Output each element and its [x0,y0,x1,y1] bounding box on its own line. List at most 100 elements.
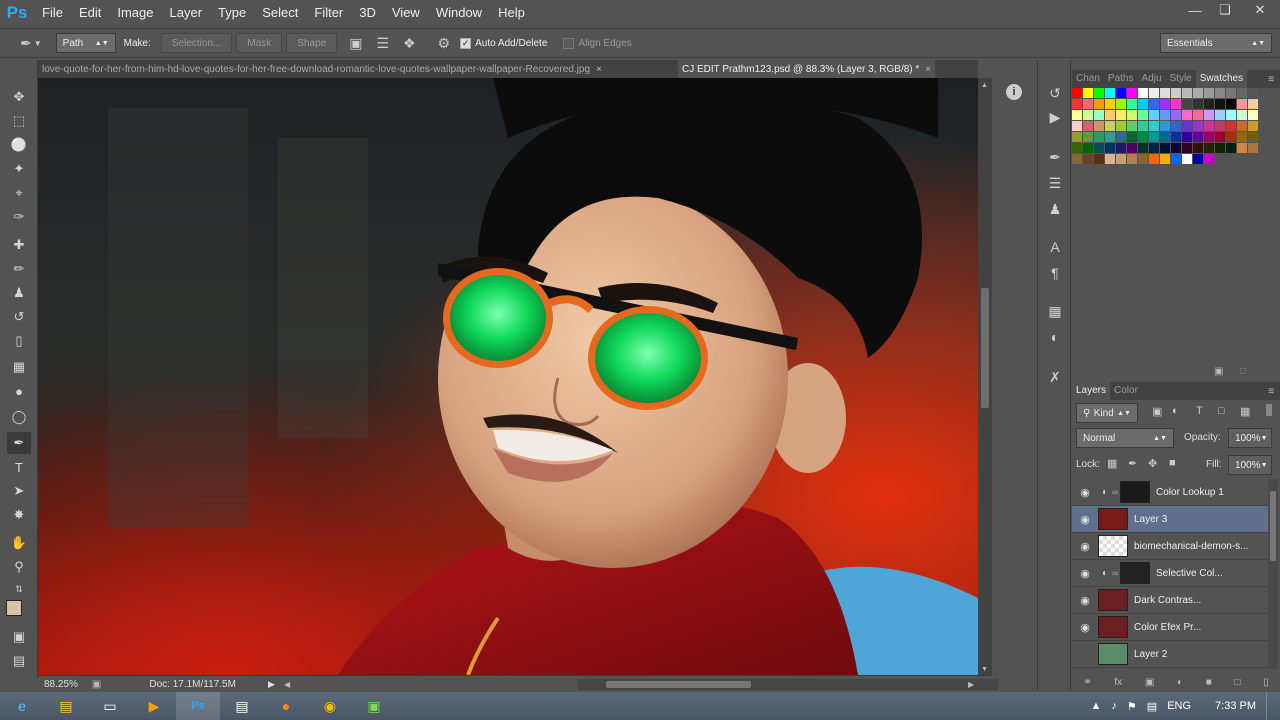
visibility-eye-icon[interactable]: ◉ [1072,621,1098,634]
color-swatch[interactable] [1094,121,1104,131]
color-swatch[interactable] [1149,88,1159,98]
tab-recovered-jpg[interactable]: love-quote-for-her-from-him-hd-love-quot… [38,60,678,78]
color-swatch[interactable] [1072,143,1082,153]
menu-edit[interactable]: Edit [71,0,109,26]
color-swatch[interactable] [1105,110,1115,120]
menu-file[interactable]: File [34,0,71,26]
hand-tool-icon[interactable]: ✋ [7,532,31,554]
color-swatch[interactable] [1116,99,1126,109]
color-swatch[interactable] [1138,110,1148,120]
color-swatch[interactable] [1116,121,1126,131]
color-swatch[interactable] [1160,88,1170,98]
color-swatch[interactable] [1193,121,1203,131]
color-swatch[interactable] [1248,121,1258,131]
healing-brush-tool-icon[interactable]: ✚ [7,234,31,256]
color-swatch[interactable] [1171,121,1181,131]
media-player-icon[interactable]: ▶ [132,692,176,720]
auto-add-delete-checkbox[interactable]: ✓ [460,37,472,49]
scroll-down-icon[interactable]: ▼ [981,666,988,673]
color-swatch[interactable] [1116,154,1126,164]
history-icon[interactable]: ↺ [1044,82,1066,104]
color-swatch[interactable] [1105,132,1115,142]
color-swatch[interactable] [1083,99,1093,109]
color-swatch[interactable] [1116,110,1126,120]
color-swatch[interactable] [1160,110,1170,120]
color-swatch[interactable] [1248,143,1258,153]
color-swatch[interactable] [1193,154,1203,164]
crop-tool-icon[interactable]: ⌖ [7,182,31,204]
menu-help[interactable]: Help [490,0,533,26]
vertical-scrollbar[interactable]: ▲ ▼ [978,78,992,675]
panel-menu-icon[interactable]: ≡ [1268,386,1274,397]
visibility-eye-icon[interactable]: ◉ [1072,540,1098,553]
color-swatch[interactable] [1160,154,1170,164]
color-swatch[interactable] [1215,132,1225,142]
zoom-tool-icon[interactable]: ⚲ [7,556,31,578]
color-swatch[interactable] [1138,99,1148,109]
color-swatch[interactable] [1094,110,1104,120]
notepad-icon[interactable]: ▤ [220,692,264,720]
menu-3d[interactable]: 3D [351,0,384,26]
file-explorer-icon[interactable]: ▤ [44,692,88,720]
color-swatch[interactable] [1193,110,1203,120]
gradient-tool-icon[interactable]: ▦ [7,356,31,378]
layer-thumbnail[interactable] [1098,535,1128,557]
color-swatch[interactable] [1193,143,1203,153]
color-swatch[interactable] [1149,143,1159,153]
tools-cross-icon[interactable]: ✗ [1044,366,1066,388]
color-swatch[interactable] [1105,121,1115,131]
color-swatch[interactable] [1226,132,1236,142]
new-layer-icon[interactable]: □ [1234,677,1240,688]
color-swatch[interactable] [1248,99,1258,109]
firefox-icon[interactable]: ● [264,692,308,720]
filter-adjustment-icon[interactable]: ◐ [1172,405,1179,417]
color-swatch[interactable] [1193,99,1203,109]
layer-row[interactable]: ◉ ◐ ∞ Color Lookup 1 [1072,479,1268,506]
visibility-eye-icon[interactable]: ◉ [1072,486,1098,499]
language-indicator[interactable]: ENG [1167,700,1191,712]
volume-icon[interactable]: ♪ [1111,700,1117,712]
path-operations-icon[interactable]: ▣ [349,35,362,52]
lock-all-icon[interactable]: ■ [1169,457,1176,469]
color-swatch[interactable] [1226,143,1236,153]
color-swatch[interactable] [1072,110,1082,120]
color-swatch[interactable] [1149,99,1159,109]
flag-icon[interactable]: ⚑ [1127,700,1137,713]
history-brush-tool-icon[interactable]: ↺ [7,306,31,328]
selection-button[interactable]: Selection... [160,33,233,53]
layer-row[interactable]: ◉ Dark Contras... [1072,587,1268,614]
color-swatch[interactable] [1226,121,1236,131]
dodge-tool-icon[interactable]: ● [7,380,31,402]
color-swatch[interactable] [1226,110,1236,120]
color-swatch[interactable] [1237,88,1247,98]
color-swatch[interactable] [1138,143,1148,153]
path-alignment-icon[interactable]: ☰ [376,35,389,52]
foreground-color-swatch[interactable] [6,600,22,616]
type-tool-icon[interactable]: T [7,456,31,478]
document-canvas[interactable] [38,78,978,675]
color-swatch[interactable] [1072,99,1082,109]
color-swatch[interactable] [1171,132,1181,142]
color-swatch[interactable] [1204,132,1214,142]
color-swatch[interactable] [1072,154,1082,164]
color-swatch[interactable] [1182,154,1192,164]
mask-button[interactable]: Mask [236,33,283,53]
menu-image[interactable]: Image [109,0,161,26]
color-swatch[interactable] [1204,154,1214,164]
color-swatch[interactable] [1094,154,1104,164]
paragraph-icon[interactable]: ¶ [1044,262,1066,284]
clone-source-icon[interactable]: ♟ [1044,198,1066,220]
link-layers-icon[interactable]: ⚭ [1083,677,1091,688]
color-swatch[interactable] [1215,110,1225,120]
gear-icon[interactable]: ⚙ [438,35,451,52]
color-swatch[interactable] [1171,88,1181,98]
color-swatch[interactable] [1083,121,1093,131]
color-swatch[interactable] [1160,132,1170,142]
color-swatch[interactable] [1149,110,1159,120]
menu-filter[interactable]: Filter [306,0,351,26]
mask-link-icon[interactable]: ∞ [1112,568,1120,578]
layer-list-scrollbar[interactable] [1268,479,1278,669]
new-swatch-icon[interactable]: ▣ [1214,366,1223,377]
lock-position-icon[interactable]: ✥ [1148,457,1157,470]
color-swatch[interactable] [1226,99,1236,109]
